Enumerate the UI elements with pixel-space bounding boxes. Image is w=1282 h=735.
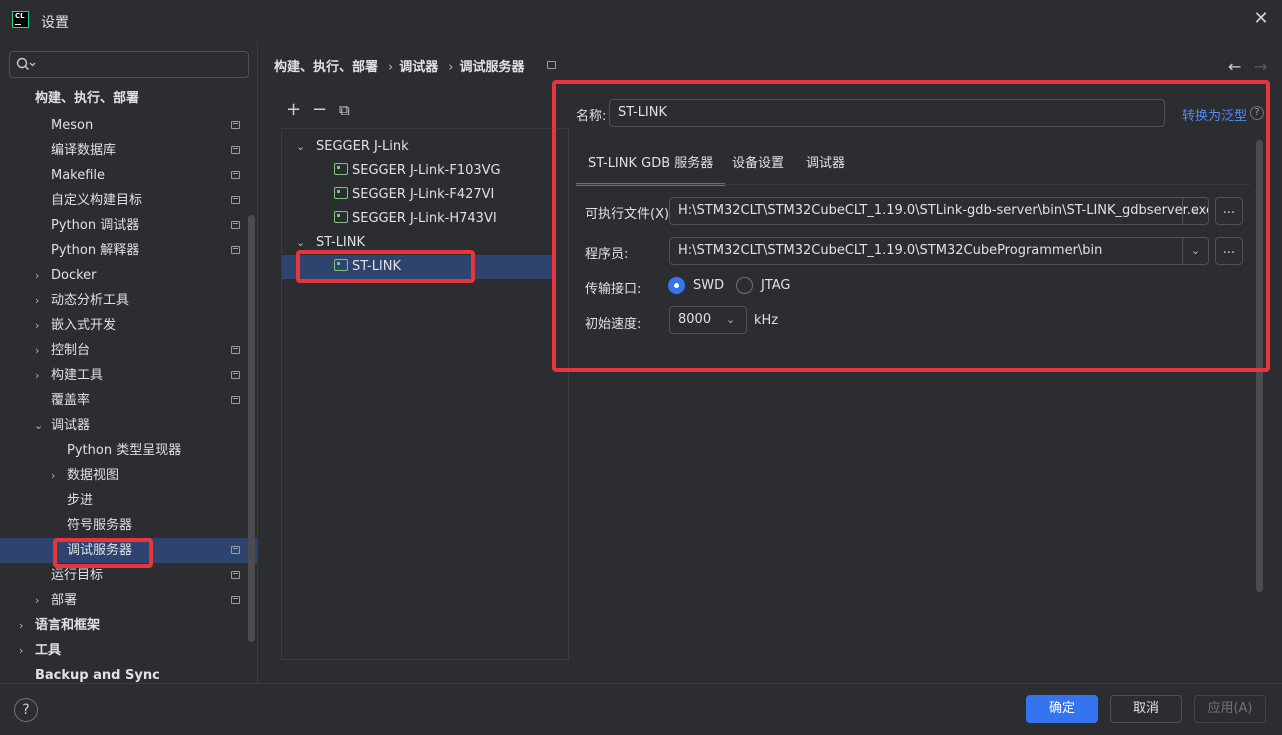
help-button[interactable]: ? (14, 698, 38, 722)
tree-item-makefile[interactable]: Makefile (0, 163, 257, 188)
project-scope-icon (231, 171, 240, 179)
chevron-right-icon[interactable]: › (35, 288, 39, 313)
chevron-right-icon[interactable]: › (35, 363, 39, 388)
project-scope-icon (231, 221, 240, 229)
chevron-right-icon[interactable]: › (35, 588, 39, 613)
chevron-right-icon[interactable]: › (35, 263, 39, 288)
chevron-right-icon[interactable]: › (19, 613, 23, 638)
highlight-box (53, 538, 153, 568)
add-icon[interactable]: + (286, 101, 301, 119)
project-scope-icon (231, 196, 240, 204)
project-scope-icon (231, 546, 240, 554)
app-logo-icon: CL (12, 11, 29, 28)
project-scope-icon (546, 61, 556, 69)
sidebar-scrollbar[interactable] (248, 215, 255, 642)
chevron-right-icon[interactable]: › (51, 463, 55, 488)
breadcrumb-item[interactable]: 调试器 (399, 60, 438, 75)
tree-item-python-debugger[interactable]: Python 调试器 (0, 213, 257, 238)
tree-item-deployment[interactable]: › 部署 (0, 588, 257, 613)
window-title: 设置 (41, 15, 69, 31)
highlight-box (296, 250, 475, 283)
ok-button[interactable]: 确定 (1026, 695, 1098, 723)
debug-server-icon (334, 211, 348, 223)
tree-item-custom-build-targets[interactable]: 自定义构建目标 (0, 188, 257, 213)
tree-item-compilation-db[interactable]: 编译数据库 (0, 138, 257, 163)
tree-item-tools[interactable]: › 工具 (0, 638, 257, 663)
tree-item-symbol-servers[interactable]: 符号服务器 (0, 513, 257, 538)
list-group-segger[interactable]: ⌄ SEGGER J-Link (282, 135, 552, 159)
apply-button[interactable]: 应用(A) (1194, 695, 1266, 723)
tree-item-data-views[interactable]: › 数据视图 (0, 463, 257, 488)
project-scope-icon (231, 346, 240, 354)
tree-item-stepping[interactable]: 步进 (0, 488, 257, 513)
cancel-button[interactable]: 取消 (1110, 695, 1182, 723)
tree-item-debugger[interactable]: ⌄ 调试器 (0, 413, 257, 438)
breadcrumb-item: 调试服务器 (459, 60, 525, 75)
chevron-right-icon[interactable]: › (19, 638, 23, 663)
debug-server-icon (334, 187, 348, 199)
list-item[interactable]: SEGGER J-Link-F103VG (282, 159, 552, 183)
tree-item-console[interactable]: › 控制台 (0, 338, 257, 363)
project-scope-icon (231, 146, 240, 154)
project-scope-icon (231, 596, 240, 604)
list-item[interactable]: SEGGER J-Link-F427VI (282, 183, 552, 207)
remove-icon[interactable]: − (312, 101, 327, 119)
chevron-down-icon[interactable]: ⌄ (296, 135, 305, 159)
debug-server-icon (334, 163, 348, 175)
tree-item-python-type-renderers[interactable]: Python 类型呈现器 (0, 438, 257, 463)
chevron-right-icon[interactable]: › (35, 313, 39, 338)
tree-item-docker[interactable]: › Docker (0, 263, 257, 288)
forward-arrow-icon[interactable]: → (1254, 57, 1267, 76)
close-icon[interactable]: ✕ (1250, 8, 1272, 30)
highlight-box (552, 80, 1270, 372)
project-scope-icon (231, 571, 240, 579)
tree-item-embedded[interactable]: › 嵌入式开发 (0, 313, 257, 338)
list-item[interactable]: SEGGER J-Link-H743VI (282, 207, 552, 231)
breadcrumb: 构建、执行、部署 › 调试器 › 调试服务器 (274, 56, 560, 75)
tree-item-build-tools[interactable]: › 构建工具 (0, 363, 257, 388)
search-input[interactable] (9, 51, 249, 78)
tree-item-dynamic-analysis[interactable]: › 动态分析工具 (0, 288, 257, 313)
project-scope-icon (231, 396, 240, 404)
project-scope-icon (231, 246, 240, 254)
tree-item-languages-frameworks[interactable]: › 语言和框架 (0, 613, 257, 638)
tree-item-meson[interactable]: Meson (0, 113, 257, 138)
breadcrumb-item[interactable]: 构建、执行、部署 (274, 60, 378, 75)
chevron-down-icon[interactable]: ⌄ (34, 413, 43, 438)
project-scope-icon (231, 371, 240, 379)
copy-icon[interactable]: ⧉ (339, 101, 350, 119)
tree-item-python-interpreter[interactable]: Python 解释器 (0, 238, 257, 263)
tree-item-coverage[interactable]: 覆盖率 (0, 388, 257, 413)
search-icon (16, 57, 36, 70)
title-bar (0, 0, 1282, 42)
project-scope-icon (231, 121, 240, 129)
chevron-right-icon[interactable]: › (35, 338, 39, 363)
back-arrow-icon[interactable]: ← (1228, 57, 1241, 76)
tree-item-build-exec-deploy[interactable]: 构建、执行、部署 (0, 86, 257, 111)
debug-server-list: ⌄ SEGGER J-Link SEGGER J-Link-F103VG SEGG… (281, 128, 569, 660)
